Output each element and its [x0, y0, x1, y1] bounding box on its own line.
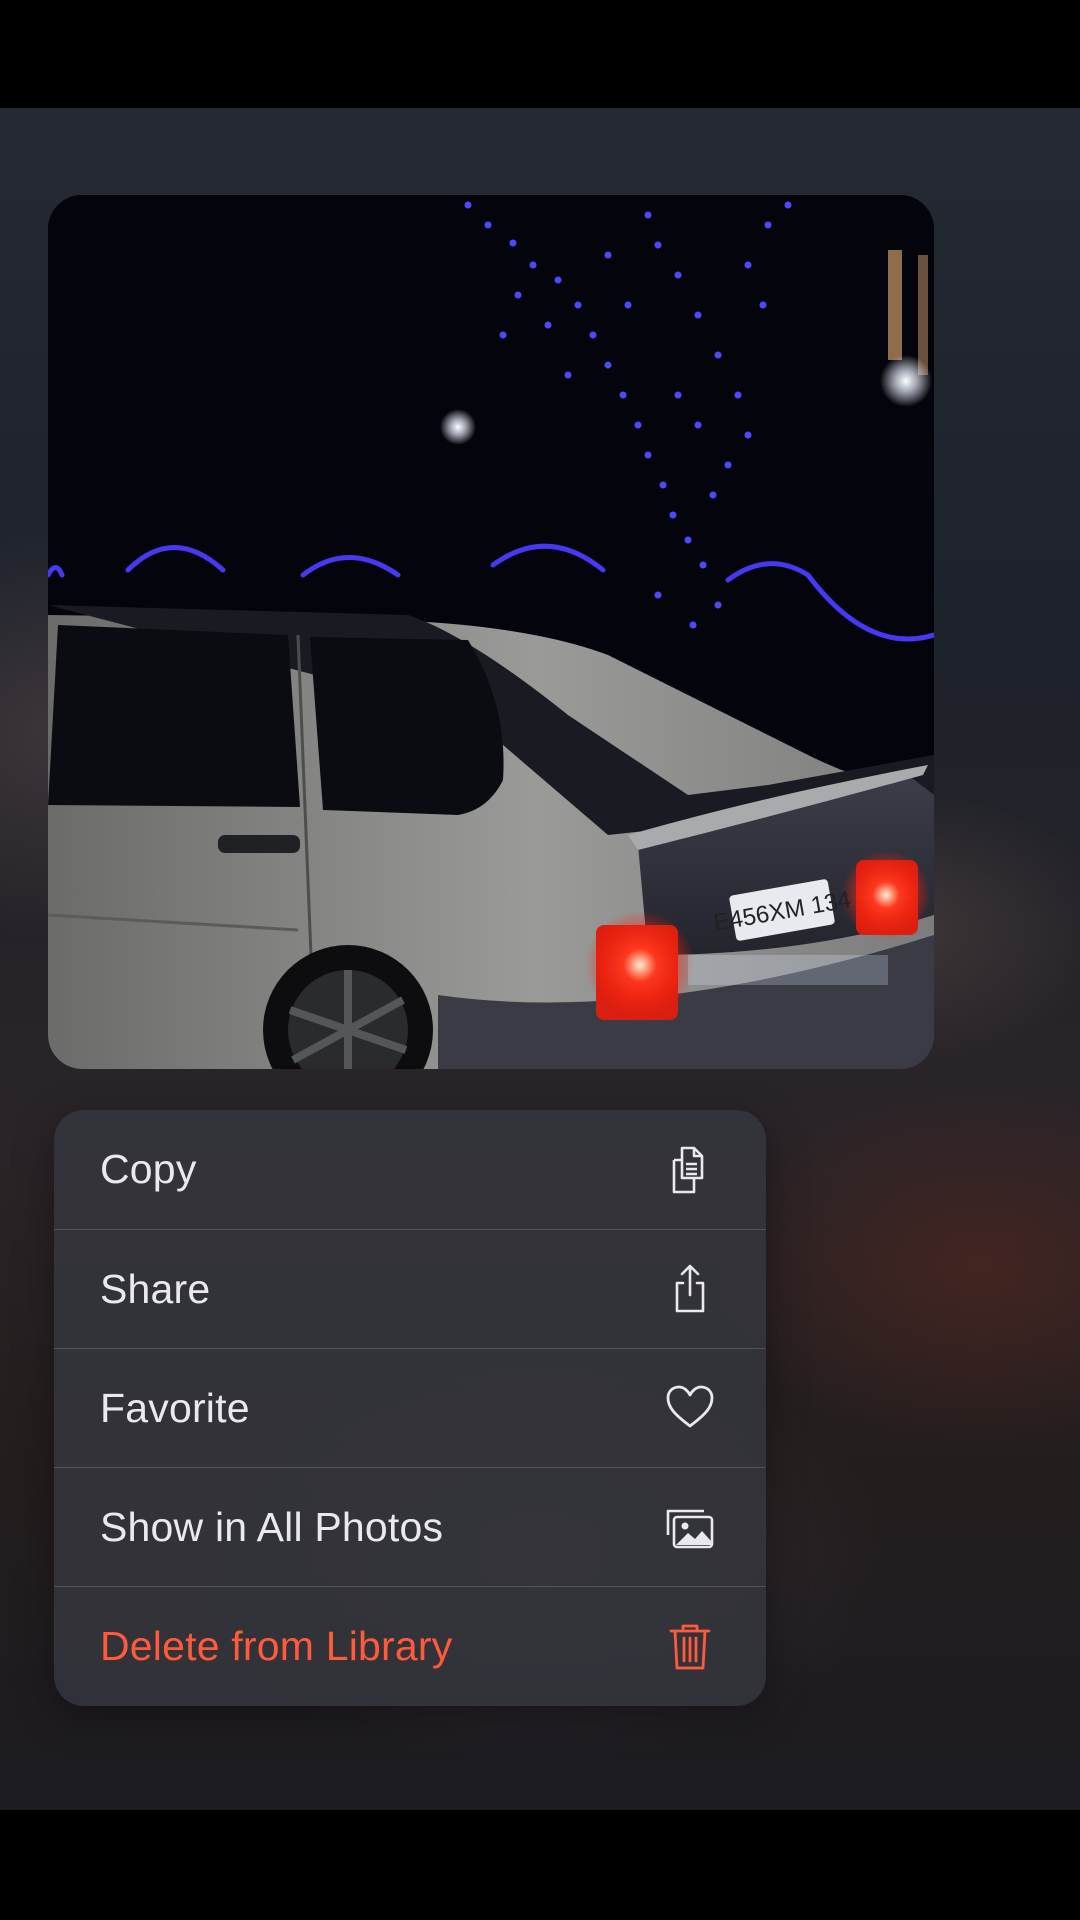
- copy-menu-item[interactable]: Copy: [54, 1110, 766, 1229]
- show-in-all-photos-menu-item[interactable]: Show in All Photos: [54, 1467, 766, 1586]
- heart-icon: [664, 1382, 716, 1434]
- favorite-menu-item[interactable]: Favorite: [54, 1348, 766, 1467]
- share-label: Share: [100, 1265, 211, 1312]
- copy-label: Copy: [100, 1146, 197, 1192]
- copy-icon: [664, 1144, 716, 1196]
- context-menu: Copy Share Favorite Show in All Photos D…: [54, 1110, 766, 1706]
- photo-preview[interactable]: E456XM 134: [48, 195, 934, 1069]
- show-in-all-photos-label: Show in All Photos: [100, 1503, 444, 1550]
- trash-icon: [664, 1620, 716, 1672]
- favorite-label: Favorite: [100, 1384, 250, 1431]
- share-icon: [664, 1263, 716, 1315]
- photo-preview-image: E456XM 134: [48, 195, 934, 1069]
- delete-from-library-label: Delete from Library: [100, 1622, 453, 1669]
- photos-icon: [664, 1501, 716, 1553]
- share-menu-item[interactable]: Share: [54, 1229, 766, 1348]
- delete-from-library-menu-item[interactable]: Delete from Library: [54, 1586, 766, 1705]
- screen: E456XM 134 Copy Share Favorite Show in A…: [0, 0, 1080, 1920]
